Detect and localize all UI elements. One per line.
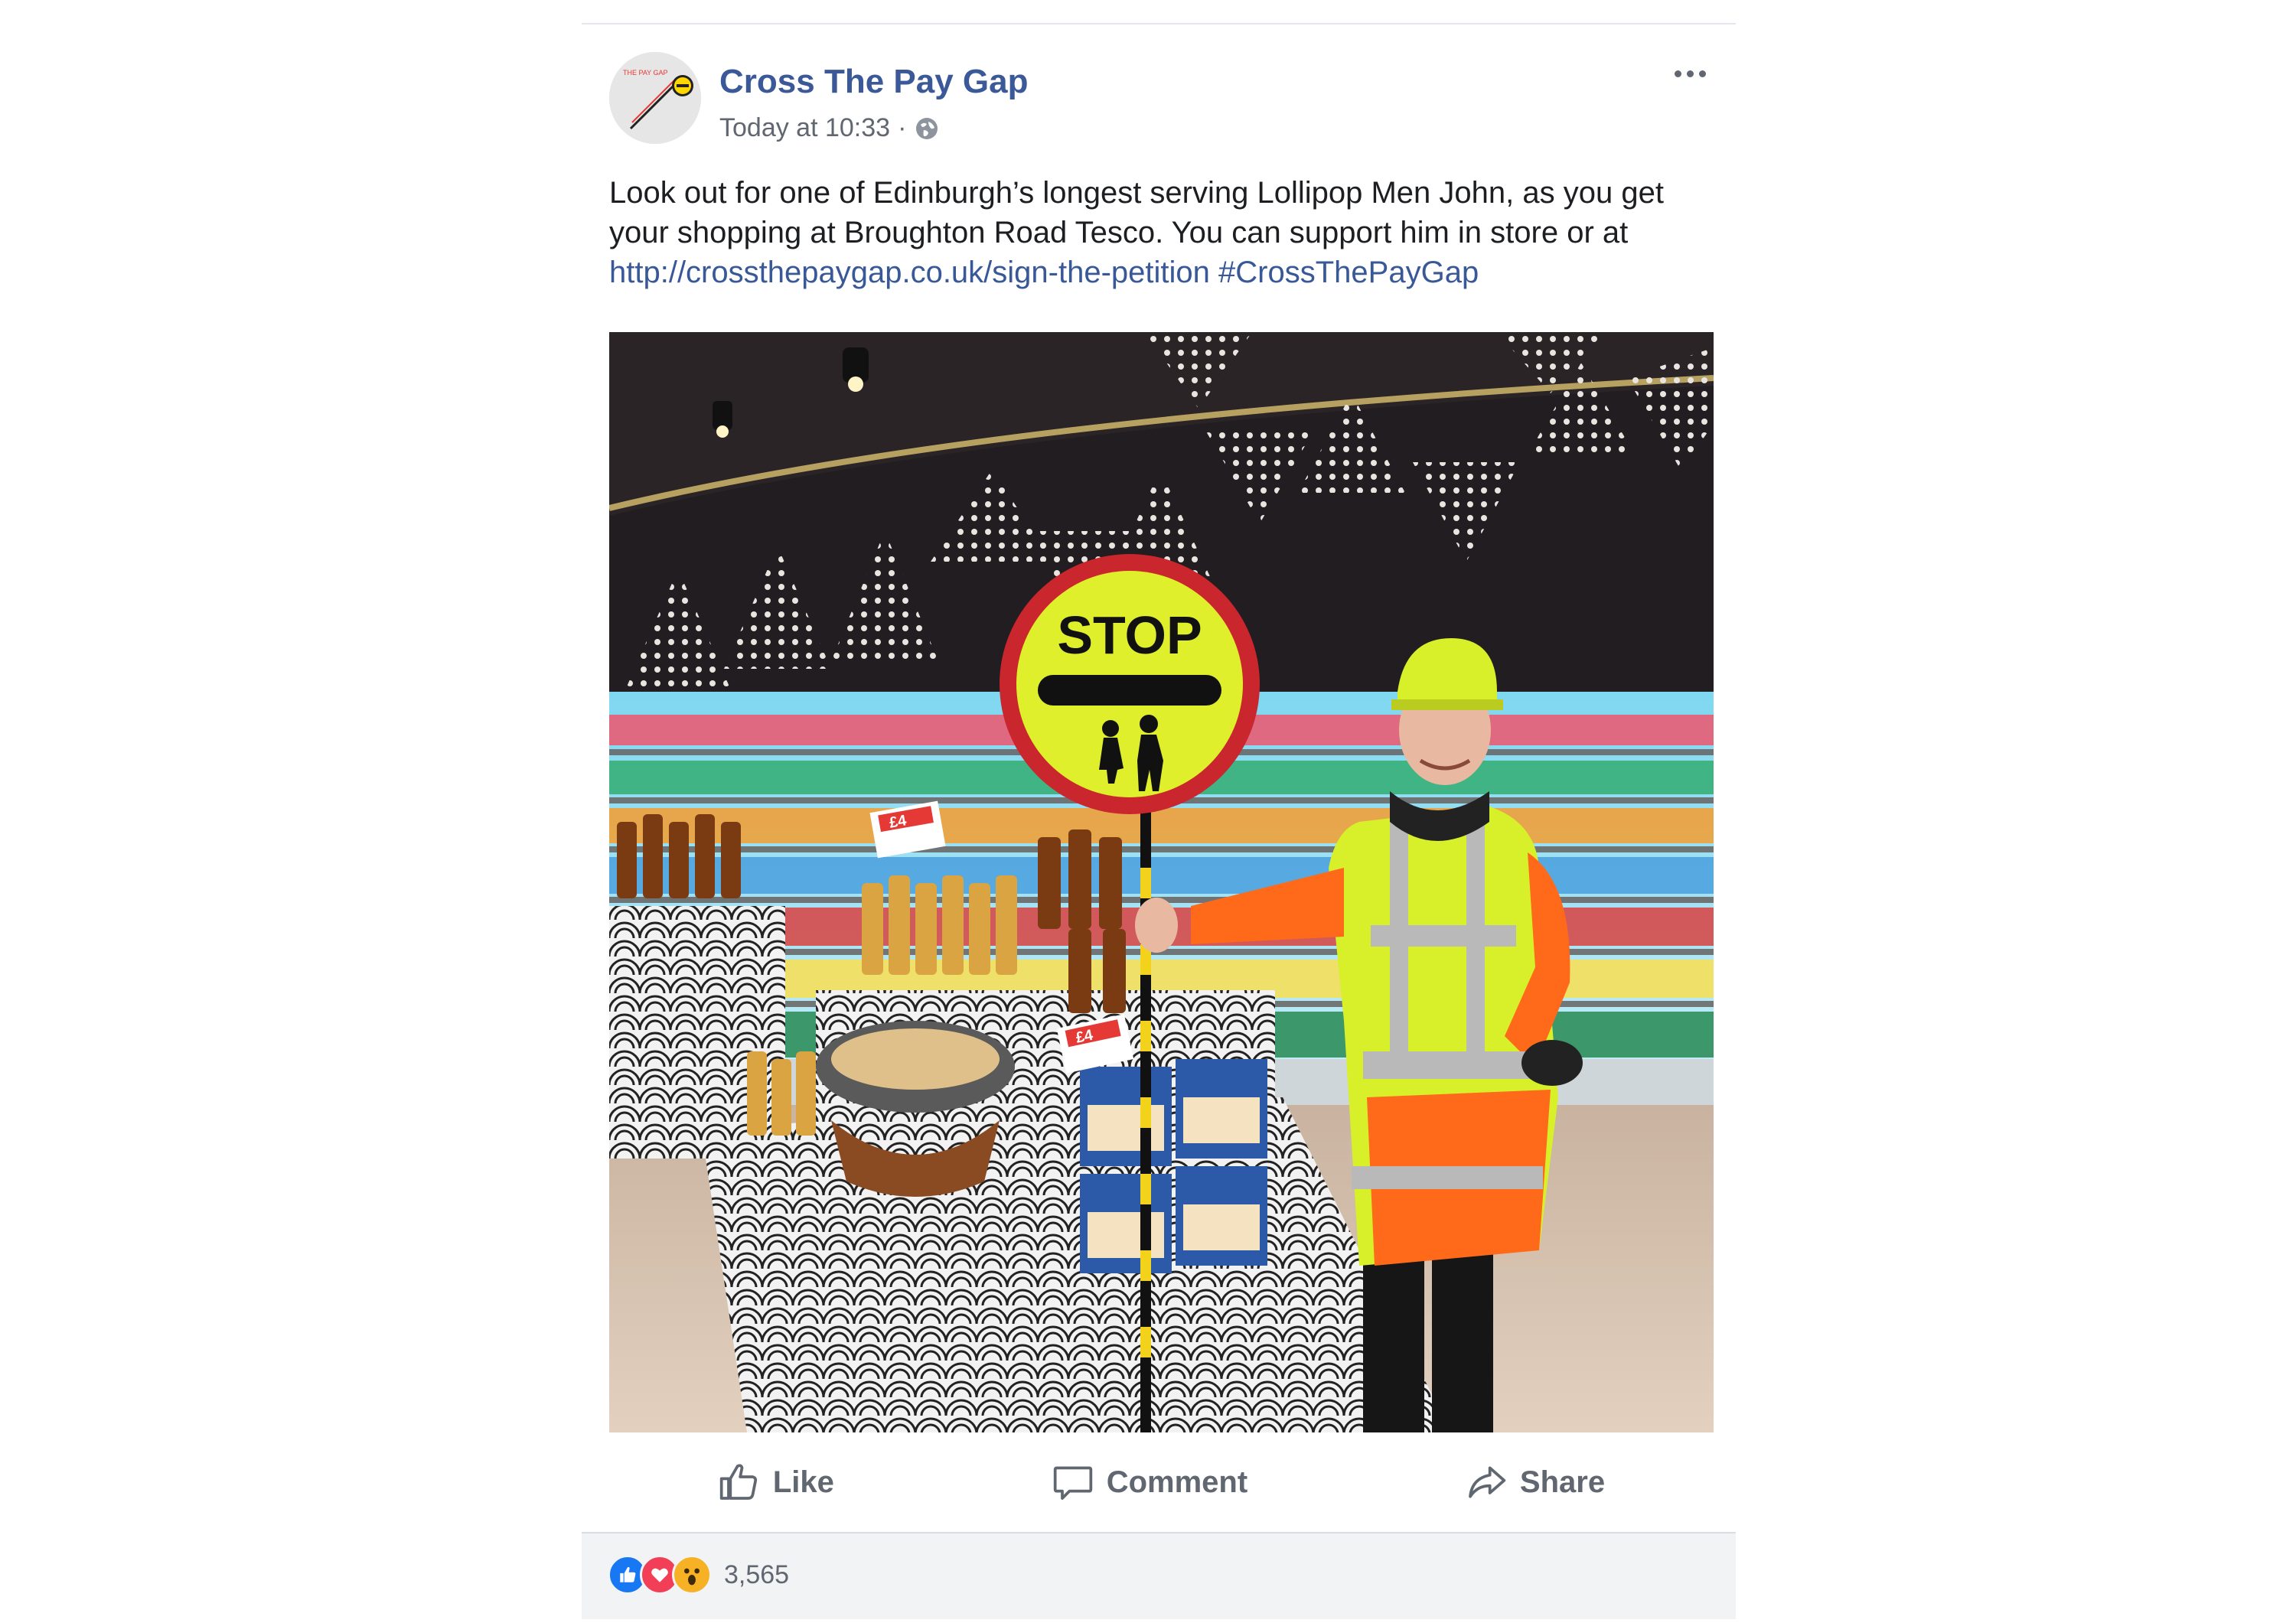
stop-sign-text: STOP: [1057, 605, 1202, 665]
comment-label: Comment: [1106, 1465, 1248, 1499]
photo-lollipop-man-in-store: £4 £4 STOP: [609, 332, 1714, 1432]
petition-link[interactable]: http://crossthepaygap.co.uk/sign-the-pet…: [609, 256, 1210, 289]
reactions-footer: 3,565: [582, 1532, 1736, 1619]
like-button[interactable]: Like: [718, 1461, 834, 1504]
reaction-count[interactable]: 3,565: [724, 1560, 789, 1590]
share-arrow-icon: [1469, 1466, 1506, 1498]
post-header: THE PAY GAP Cross The Pay Gap Today at 1…: [609, 52, 1720, 152]
svg-text:THE PAY GAP: THE PAY GAP: [623, 69, 668, 77]
meta-separator: ·: [898, 113, 907, 142]
wow-reaction-icon: [672, 1555, 712, 1595]
lollipop-logo-icon: THE PAY GAP: [609, 52, 701, 144]
post-body-text: Look out for one of Edinburgh’s longest …: [609, 176, 1664, 249]
comment-icon: [1053, 1466, 1092, 1500]
page-name-link[interactable]: Cross The Pay Gap: [719, 63, 1028, 101]
post-photo[interactable]: £4 £4 STOP: [609, 332, 1714, 1432]
share-label: Share: [1519, 1465, 1606, 1499]
post-text: Look out for one of Edinburgh’s longest …: [609, 173, 1711, 292]
post-meta: Today at 10:33 ·: [719, 113, 940, 143]
like-label: Like: [772, 1465, 834, 1499]
post-actions-bar: Like Comment Share: [609, 1440, 1714, 1524]
reactions-summary[interactable]: 3,565: [608, 1555, 789, 1595]
more-options-icon[interactable]: [1667, 58, 1713, 89]
thumbs-up-icon: [719, 1464, 757, 1500]
page-avatar[interactable]: THE PAY GAP: [609, 52, 701, 144]
globe-icon[interactable]: [914, 116, 940, 142]
facebook-post-card: THE PAY GAP Cross The Pay Gap Today at 1…: [582, 23, 1736, 1619]
hashtag-link[interactable]: #CrossThePayGap: [1218, 256, 1479, 289]
share-button[interactable]: Share: [1465, 1461, 1605, 1504]
post-timestamp[interactable]: Today at 10:33: [719, 113, 890, 143]
comment-button[interactable]: Comment: [1052, 1461, 1247, 1504]
